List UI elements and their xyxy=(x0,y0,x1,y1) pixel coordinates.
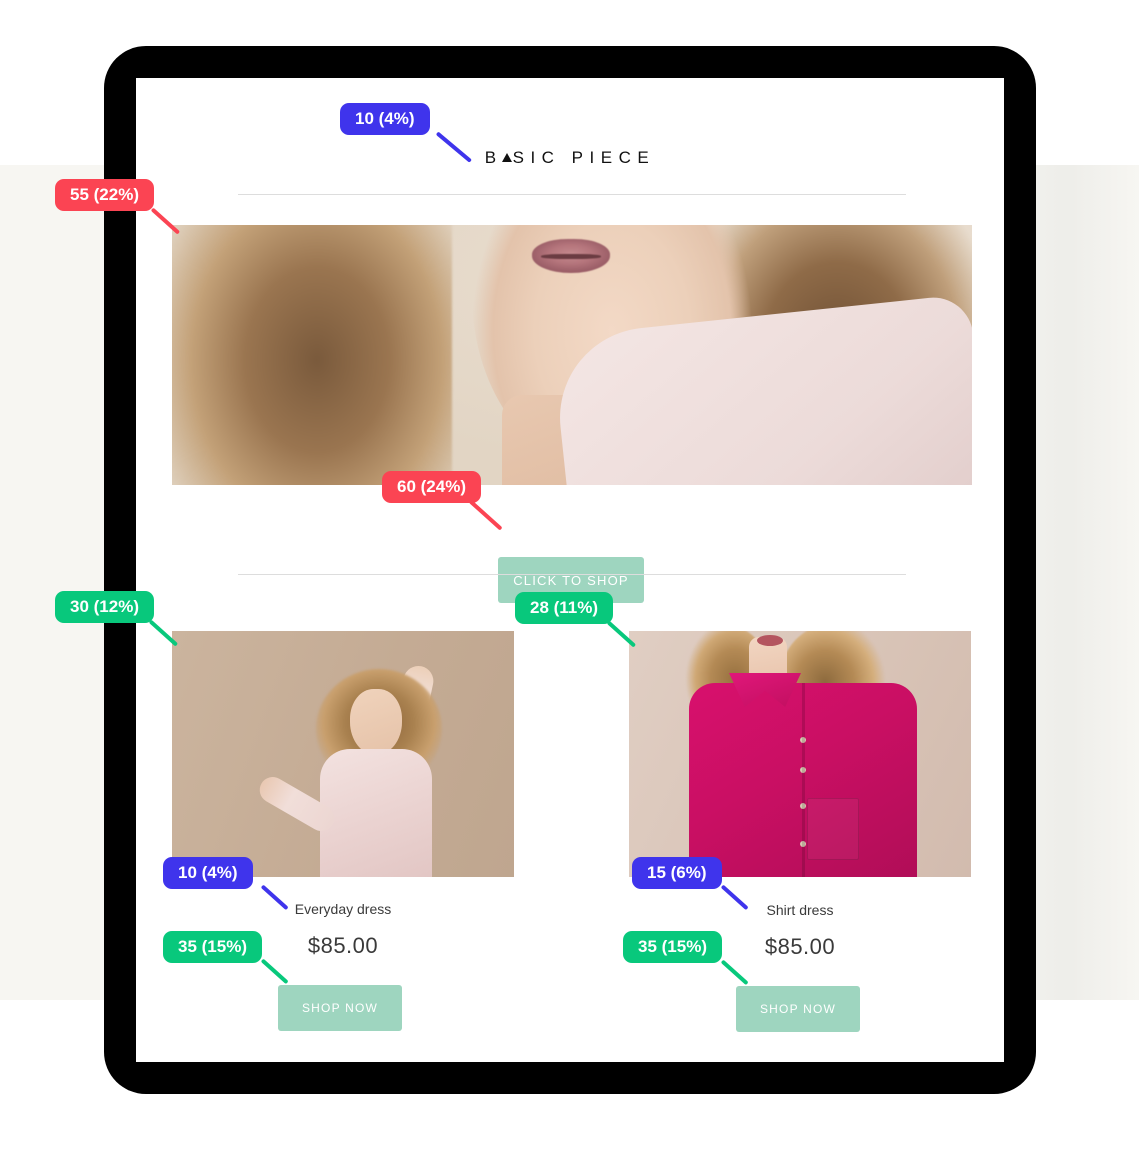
badge-product-1-title[interactable]: 10 (4%) xyxy=(163,857,253,889)
product-1-face xyxy=(350,689,402,755)
brand-logo-letter: B xyxy=(484,148,503,167)
shirt-button-icon xyxy=(800,737,806,743)
product-2-shirt xyxy=(689,683,917,877)
badge-hero-image[interactable]: 55 (22%) xyxy=(55,179,154,211)
badge-product-2-image[interactable]: 28 (11%) xyxy=(515,592,614,624)
divider-middle xyxy=(238,574,906,575)
badge-logo[interactable]: 10 (4%) xyxy=(340,103,430,135)
shirt-button-icon xyxy=(800,803,806,809)
badge-product-2-title[interactable]: 15 (6%) xyxy=(632,857,722,889)
product-1-shop-now[interactable]: SHOP NOW xyxy=(278,985,402,1031)
brand-logo-text: B SIC PIECE xyxy=(485,148,655,168)
hero-lips xyxy=(532,239,610,273)
badge-product-1-image[interactable]: 30 (12%) xyxy=(55,591,154,623)
badge-hero-cta[interactable]: 60 (24%) xyxy=(382,471,481,503)
product-2-title[interactable]: Shirt dress xyxy=(629,902,971,918)
product-2-shop-now[interactable]: SHOP NOW xyxy=(736,986,860,1032)
divider-top xyxy=(238,194,906,195)
badge-product-2-cta[interactable]: 35 (15%) xyxy=(623,931,722,963)
triangle-icon xyxy=(501,153,512,162)
badge-product-1-cta[interactable]: 35 (15%) xyxy=(163,931,262,963)
shirt-button-icon xyxy=(800,767,806,773)
shirt-pocket xyxy=(807,798,859,860)
product-1-title[interactable]: Everyday dress xyxy=(172,901,514,917)
tablet-screen: B SIC PIECE CLICK TO SHOP Everyday dress… xyxy=(136,78,1004,1062)
brand-logo[interactable]: B SIC PIECE xyxy=(136,148,1004,168)
product-1-dress xyxy=(320,749,432,877)
product-2-image[interactable] xyxy=(629,631,971,877)
screenshot-stage: B SIC PIECE CLICK TO SHOP Everyday dress… xyxy=(0,0,1139,1160)
hero-hair-left xyxy=(172,225,452,485)
shirt-button-icon xyxy=(800,841,806,847)
hero-image[interactable] xyxy=(172,225,972,485)
product-1-image[interactable] xyxy=(172,631,514,877)
brand-logo-rest: SIC PIECE xyxy=(512,148,656,167)
product-2-lips xyxy=(757,635,783,646)
